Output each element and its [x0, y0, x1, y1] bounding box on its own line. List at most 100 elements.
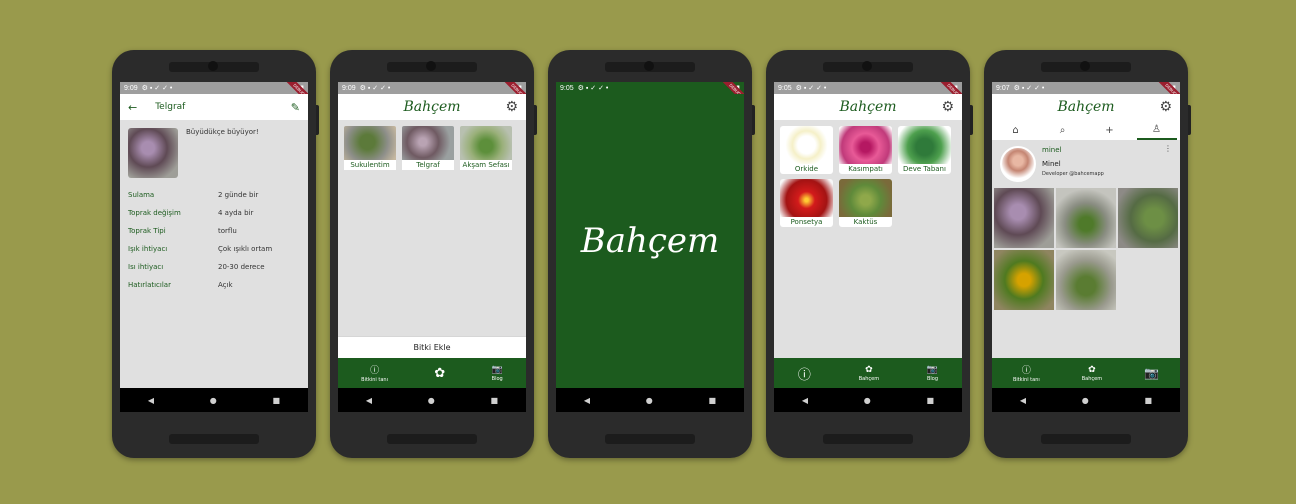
side-button: [752, 105, 755, 135]
camera-icon: 📷: [1144, 366, 1159, 380]
info-icon: ⓘ: [370, 366, 380, 376]
status-bar: 9:05 ⚙ ▪ ✓ ✓ • ▾ ▮ DEBUG: [556, 82, 744, 109]
home-nav-icon[interactable]: ●: [864, 396, 871, 405]
camera-icon: 📷: [491, 364, 503, 375]
add-icon[interactable]: +: [1090, 122, 1130, 139]
status-bar: 9:07 ⚙ ▪ ✓ ✓ • ▾ ▮ DEBUG: [992, 82, 1180, 109]
nav-garden[interactable]: ✿ Bahçem: [859, 365, 879, 382]
system-nav-bar: ◀ ● ■: [556, 388, 744, 412]
photo[interactable]: [994, 250, 1054, 310]
back-nav-icon[interactable]: ◀: [366, 396, 372, 405]
phone-splash: 9:05 ⚙ ▪ ✓ ✓ • ▾ ▮ DEBUG Bahçem ◀ ● ■: [548, 50, 755, 458]
plant-card[interactable]: Akşam Sefası: [460, 126, 512, 170]
splash-logo: Bahçem: [580, 221, 720, 261]
plant-tile[interactable]: Deve Tabanı: [898, 126, 951, 174]
camera: [426, 61, 436, 71]
plant-grid: Sukulentim Telgraf Akşam Sefası: [338, 120, 526, 176]
camera: [208, 61, 218, 71]
back-nav-icon[interactable]: ◀: [1020, 396, 1026, 405]
speaker-bottom: [1041, 434, 1131, 444]
nav-identify[interactable]: ⓘ Bitkini tanı: [361, 363, 388, 383]
photo[interactable]: [1056, 250, 1116, 310]
side-button: [316, 105, 319, 135]
plant-tile[interactable]: Ponsetya: [780, 179, 833, 227]
nav-identify[interactable]: ⓘ: [798, 364, 811, 383]
app-bar: Bahçem ⚙: [992, 94, 1180, 120]
profile-header: minel Minel Developer @bahcemapp ⋮: [992, 140, 1180, 188]
plant-caption: Büyüdükçe büyüyor!: [186, 128, 259, 136]
gear-icon[interactable]: ⚙: [1159, 99, 1172, 115]
app-bar: Bahçem ⚙: [774, 94, 962, 120]
back-nav-icon[interactable]: ◀: [148, 396, 154, 405]
gear-icon[interactable]: ⚙: [505, 99, 518, 115]
system-nav-bar: ◀ ● ■: [338, 388, 526, 412]
info-row: Toprak Tipi torflu: [128, 227, 237, 235]
screen: 9:07 ⚙ ▪ ✓ ✓ • ▾ ▮ DEBUG Bahçem ⚙ ⌂ ⌕ + …: [992, 82, 1180, 412]
info-row: Sulama 2 günde bir: [128, 191, 259, 199]
nav-garden[interactable]: ✿ Bahçem: [1082, 365, 1102, 382]
profile-text: minel Minel Developer @bahcemapp: [1042, 146, 1104, 182]
info-icon: ⓘ: [1021, 366, 1031, 376]
info-row: Hatırlatıcılar Açık: [128, 281, 233, 289]
flower-icon: ✿: [1088, 364, 1096, 375]
screen: 9:05 ⚙ ▪ ✓ ✓ • ▾ ▮ DEBUG Bahçem ⚙ Orkide…: [774, 82, 962, 412]
side-button: [970, 105, 973, 135]
photo[interactable]: [1056, 188, 1116, 248]
plant-card[interactable]: Telgraf: [402, 126, 454, 170]
gear-icon[interactable]: ⚙: [941, 99, 954, 115]
plant-image: [780, 126, 833, 168]
plant-image: [898, 126, 951, 168]
profile-icon[interactable]: ♙: [1136, 121, 1177, 140]
recents-nav-icon[interactable]: ■: [709, 396, 717, 405]
home-nav-icon[interactable]: ●: [646, 396, 653, 405]
nav-identify[interactable]: ⓘ Bitkini tanı: [1013, 363, 1040, 383]
plant-image: [780, 179, 833, 221]
system-nav-bar: ◀ ● ■: [774, 388, 962, 412]
nav-blog[interactable]: 📷 Blog: [492, 365, 503, 382]
recents-nav-icon[interactable]: ■: [927, 396, 935, 405]
status-time: 9:05: [778, 84, 792, 92]
info-row: Işık ihtiyacı Çok ışıklı ortam: [128, 245, 273, 253]
bottom-nav: ⓘ Bitkini tanı ✿ 📷 Blog: [338, 358, 526, 388]
photo[interactable]: [994, 188, 1054, 248]
info-list: Sulama 2 günde bir Toprak değişim 4 ayda b…: [120, 186, 308, 294]
bottom-nav: ⓘ ✿ Bahçem 📷 Blog: [774, 358, 962, 388]
nav-blog[interactable]: 📷: [1144, 366, 1159, 380]
app-logo: Bahçem: [403, 99, 461, 115]
flower-icon: ✿: [865, 364, 873, 375]
home-nav-icon[interactable]: ●: [428, 396, 435, 405]
screen: 9:09 ⚙ ▪ ✓ ✓ • ▾ ▮ DEBUG ← Telgraf ✎ Büy…: [120, 82, 308, 412]
recents-nav-icon[interactable]: ■: [1145, 396, 1153, 405]
nav-blog[interactable]: 📷 Blog: [927, 365, 938, 382]
speaker-bottom: [169, 434, 259, 444]
plant-card[interactable]: Sukulentim: [344, 126, 396, 170]
photo[interactable]: [1118, 188, 1178, 248]
recents-nav-icon[interactable]: ■: [273, 396, 281, 405]
camera: [644, 61, 654, 71]
username: minel: [1042, 146, 1062, 154]
back-nav-icon[interactable]: ◀: [584, 396, 590, 405]
flower-icon: ✿: [434, 365, 446, 381]
app-bar: Bahçem ⚙: [338, 94, 526, 120]
more-icon[interactable]: ⋮: [1164, 144, 1172, 153]
search-icon[interactable]: ⌕: [1043, 122, 1083, 139]
speaker-bottom: [823, 434, 913, 444]
back-arrow-icon[interactable]: ←: [128, 101, 137, 114]
screen: 9:09 ⚙ ▪ ✓ ✓ • ▾ ▮ DEBUG Bahçem ⚙ Sukule…: [338, 82, 526, 412]
plant-tile[interactable]: Orkide: [780, 126, 833, 174]
add-plant-button[interactable]: Bitki Ekle: [338, 336, 526, 358]
plant-tile[interactable]: Kaktüs: [839, 179, 892, 227]
recents-nav-icon[interactable]: ■: [491, 396, 499, 405]
home-nav-icon[interactable]: ●: [1082, 396, 1089, 405]
nav-garden[interactable]: ✿: [434, 366, 445, 381]
home-icon[interactable]: ⌂: [996, 122, 1036, 139]
profile-tabs: ⌂ ⌕ + ♙: [992, 120, 1180, 140]
back-nav-icon[interactable]: ◀: [802, 396, 808, 405]
camera-icon: 📷: [926, 364, 939, 375]
plant-tile[interactable]: Kasımpatı: [839, 126, 892, 174]
info-row: Isı ihtiyacı 20-30 derece: [128, 263, 265, 271]
edit-icon[interactable]: ✎: [291, 101, 300, 114]
status-icons: ⚙ ▪ ✓ ✓ •: [1013, 85, 1045, 92]
plant-image: [839, 179, 892, 221]
home-nav-icon[interactable]: ●: [210, 396, 217, 405]
